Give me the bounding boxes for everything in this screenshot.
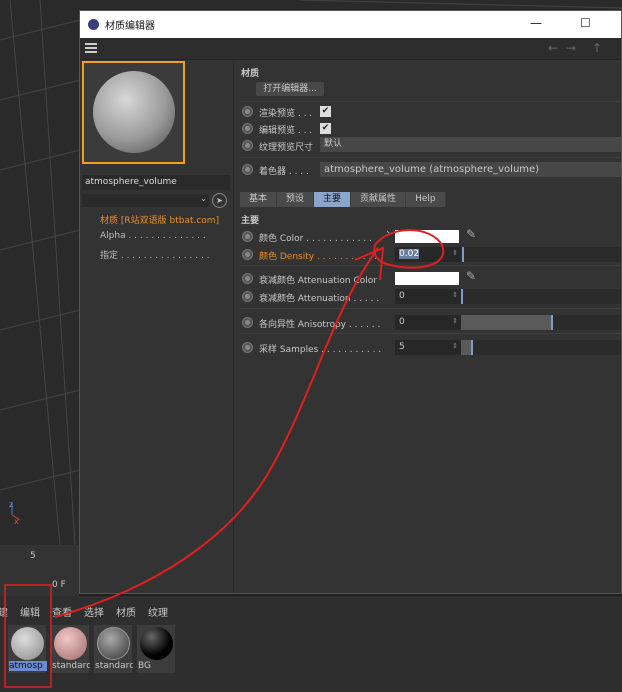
render-preview-checkbox[interactable]: ✔	[320, 106, 331, 117]
attenuation-input[interactable]: 0 ⇕	[395, 289, 461, 304]
tab-help[interactable]: Help	[406, 192, 446, 207]
back-arrow-icon[interactable]: ←	[548, 41, 558, 55]
material-preview[interactable]	[82, 61, 185, 164]
material-manager: 建 编辑 查看 选择 材质 纹理 atmosp standard standar…	[0, 596, 622, 692]
samples-input[interactable]: 5 ⇕	[395, 340, 461, 355]
material-thumb-standard-pink[interactable]: standard	[51, 625, 90, 673]
render-preview-label: 渲染预览 . . .	[259, 109, 313, 119]
menu-create[interactable]: 建	[0, 604, 8, 619]
window-title: 材质编辑器	[105, 21, 155, 32]
color-label: 颜色 Color . . . . . . . . . . . .	[259, 234, 373, 244]
channel-assign[interactable]: 指定 . . . . . . . . . . . . . . . .	[100, 248, 210, 261]
hamburger-menu-icon[interactable]	[85, 43, 97, 53]
material-thumb-bg[interactable]: BG	[137, 625, 175, 673]
spinner-icon[interactable]: ⇕	[452, 247, 458, 260]
timeline[interactable]: 5 0 F	[0, 545, 79, 596]
layer-dropdown[interactable]: ⌄	[82, 194, 209, 207]
attenuation-color-label: 衰减颜色 Attenuation Color	[259, 276, 377, 286]
section-material: 材质	[241, 69, 260, 79]
material-manager-menu: 建 编辑 查看 选择 材质 纹理	[0, 604, 168, 619]
channel-alpha[interactable]: Alpha . . . . . . . . . . . . . .	[100, 231, 206, 241]
texture-preview-size-label: 纹理预览尺寸	[259, 143, 314, 153]
anim-radio[interactable]	[242, 164, 253, 175]
anim-radio[interactable]	[242, 140, 253, 151]
tab-preset[interactable]: 预设	[277, 192, 315, 207]
anim-radio[interactable]	[242, 106, 253, 117]
left-panel: atmosphere_volume ⌄ ➤ 材质 [R站双语版 btbat.co…	[80, 61, 234, 593]
tab-bar: 基本 预设 主要 贡献属性 Help	[240, 192, 446, 207]
material-name: atmosp	[9, 661, 47, 671]
expand-arrow-icon[interactable]: ›	[386, 226, 391, 240]
density-slider[interactable]	[461, 247, 621, 262]
shader-label: 着色器 . . . .	[259, 167, 309, 177]
anisotropy-value: 0	[399, 317, 405, 327]
eyedropper-icon[interactable]: ✎	[466, 227, 476, 241]
minimize-button[interactable]: —	[530, 16, 542, 30]
chevron-down-icon: ⌄	[200, 194, 207, 203]
material-thumb-standard-glass[interactable]: standard	[94, 625, 133, 673]
tab-basic[interactable]: 基本	[240, 192, 278, 207]
anisotropy-input[interactable]: 0 ⇕	[395, 315, 461, 330]
attenuation-color-swatch[interactable]	[395, 272, 459, 285]
open-editor-button[interactable]: 打开编辑器...	[256, 82, 324, 96]
tab-main[interactable]: 主要	[314, 192, 352, 207]
shader-field[interactable]: atmosphere_volume (atmosphere_volume)	[320, 162, 621, 177]
maximize-button[interactable]: ☐	[580, 16, 591, 30]
anisotropy-label: 各向异性 Anisotropy . . . . . .	[259, 320, 381, 330]
forward-arrow-icon[interactable]: →	[566, 41, 576, 55]
menu-view[interactable]: 查看	[52, 604, 72, 619]
material-editor-window: 材质编辑器 — ☐ ← → ↑ atmosphere_volume ⌄ ➤ 材质…	[79, 10, 622, 594]
menu-material[interactable]: 材质	[116, 604, 136, 619]
samples-slider[interactable]	[461, 340, 621, 355]
up-arrow-icon[interactable]: ↑	[592, 41, 602, 55]
anim-radio[interactable]	[242, 317, 253, 328]
density-input[interactable]: 0.02 ⇕	[395, 247, 461, 262]
svg-text:x: x	[14, 517, 19, 526]
menu-select[interactable]: 选择	[84, 604, 104, 619]
texture-preview-size-dropdown[interactable]: 默认	[320, 137, 621, 152]
anim-radio[interactable]	[242, 342, 253, 353]
channel-material[interactable]: 材质 [R站双语版 btbat.com]	[100, 213, 219, 226]
picker-icon[interactable]: ➤	[212, 193, 227, 208]
anim-radio[interactable]	[242, 291, 253, 302]
svg-text:z: z	[9, 500, 13, 509]
anim-radio[interactable]	[242, 249, 253, 260]
material-name: standard	[52, 661, 90, 671]
attributes-panel: 材质 打开编辑器... 渲染预览 . . . ✔ 编辑预览 . . . ✔ 纹理…	[236, 61, 621, 593]
toolbar: ← → ↑	[80, 38, 621, 60]
samples-label: 采样 Samples . . . . . . . . . . .	[259, 345, 382, 355]
density-label: 颜色 Density . . . . . . . . . . . .	[259, 252, 383, 262]
attenuation-label: 衰减颜色 Attenuation . . . . .	[259, 294, 380, 304]
tab-contribution[interactable]: 贡献属性	[351, 192, 407, 207]
section-main: 主要	[241, 216, 260, 226]
title-bar: 材质编辑器 — ☐	[80, 11, 621, 38]
color-swatch[interactable]	[395, 230, 459, 243]
attenuation-slider[interactable]	[461, 289, 621, 304]
material-thumb-atmosphere[interactable]: atmosp	[8, 625, 47, 673]
anim-radio[interactable]	[242, 123, 253, 134]
editor-preview-label: 编辑预览 . . .	[259, 126, 313, 136]
anim-radio[interactable]	[242, 231, 253, 242]
menu-texture[interactable]: 纹理	[148, 604, 168, 619]
app-logo-icon	[88, 19, 99, 30]
anim-radio[interactable]	[242, 273, 253, 284]
density-value: 0.02	[399, 249, 420, 259]
material-name-field[interactable]: atmosphere_volume	[82, 175, 230, 190]
frame-marker: 5	[30, 551, 36, 561]
material-name: BG	[138, 661, 151, 671]
attenuation-value: 0	[399, 291, 405, 301]
preview-sphere	[93, 71, 175, 153]
menu-edit[interactable]: 编辑	[20, 604, 40, 619]
material-name: standard	[95, 661, 133, 671]
samples-value: 5	[399, 342, 405, 352]
eyedropper-icon[interactable]: ✎	[466, 269, 476, 283]
frame-field[interactable]: 0 F	[52, 580, 66, 590]
anisotropy-slider[interactable]	[461, 315, 621, 330]
editor-preview-checkbox[interactable]: ✔	[320, 123, 331, 134]
